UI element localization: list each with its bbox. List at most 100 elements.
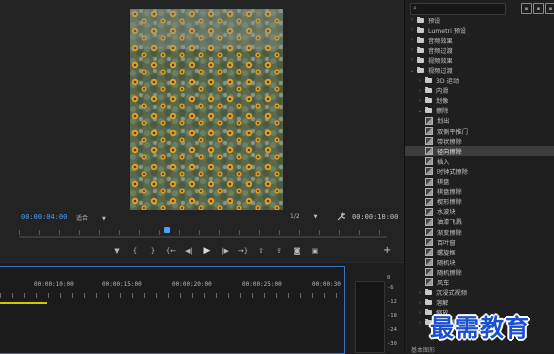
compare-icon[interactable]: ▣ bbox=[306, 245, 324, 257]
accelerated-effects-icon[interactable]: ▪ bbox=[521, 3, 532, 14]
effect-folder[interactable]: › Lumetri 预设 bbox=[405, 25, 554, 35]
time-ruler[interactable]: 00:00:10:00 00:00:15:00 00:00:20:00 00:0… bbox=[0, 281, 344, 299]
effect-label: 音频效果 bbox=[428, 37, 453, 45]
effect-folder[interactable]: › 视频效果 bbox=[405, 55, 554, 65]
playback-resolution-dropdown[interactable]: 1/2 ▼ bbox=[290, 213, 318, 222]
effect-item[interactable]: 随机块 bbox=[405, 257, 554, 267]
timeline-panel: 00:00:10:00 00:00:15:00 00:00:20:00 00:0… bbox=[0, 262, 404, 354]
folder-icon bbox=[417, 36, 424, 43]
mark-in-button[interactable]: { bbox=[126, 245, 144, 257]
chevron-right-icon[interactable]: › bbox=[417, 98, 423, 104]
search-icon: ⌕ bbox=[413, 4, 417, 12]
chevron-right-icon[interactable]: › bbox=[417, 300, 423, 306]
effect-label: 3D 运动 bbox=[436, 78, 460, 86]
effect-folder[interactable]: › 音频效果 bbox=[405, 35, 554, 45]
go-to-in-button[interactable]: {← bbox=[162, 245, 180, 257]
effect-folder[interactable]: › 预设 bbox=[405, 15, 554, 25]
effect-folder[interactable]: › 内滑 bbox=[405, 86, 554, 96]
chevron-right-icon[interactable]: › bbox=[417, 320, 423, 326]
transport-controls: ▼ { } {← ◀| ▶ |▶ →} ⇧ ⇪ ◙ ▣ bbox=[108, 245, 324, 257]
effect-label: 音频过渡 bbox=[428, 47, 453, 55]
chevron-down-icon[interactable]: ⌄ bbox=[417, 108, 423, 114]
effect-item[interactable]: 棋盘 bbox=[405, 177, 554, 187]
mark-out-button[interactable]: } bbox=[144, 245, 162, 257]
meter-label: -24 bbox=[387, 327, 397, 333]
effect-folder[interactable]: › 沉浸式视频 bbox=[405, 288, 554, 298]
effect-item[interactable]: 带状擦除 bbox=[405, 136, 554, 146]
work-area-bar[interactable] bbox=[0, 302, 47, 304]
chevron-right-icon[interactable]: › bbox=[409, 47, 415, 53]
effect-item[interactable]: 时钟式擦除 bbox=[405, 166, 554, 176]
yuv-effects-icon[interactable]: ▪ bbox=[545, 3, 554, 14]
chevron-right-icon[interactable]: › bbox=[417, 78, 423, 84]
effect-item[interactable]: 径向擦除 bbox=[405, 146, 554, 157]
effect-folder[interactable]: ⌄ 擦除 bbox=[405, 106, 554, 116]
ruler-label: 00:00:30 bbox=[312, 281, 341, 288]
transition-effect-icon bbox=[425, 137, 433, 146]
chevron-right-icon[interactable]: › bbox=[409, 27, 415, 33]
effect-label: 内滑 bbox=[436, 88, 449, 96]
chevron-right-icon[interactable]: › bbox=[409, 17, 415, 23]
transition-effect-icon bbox=[425, 127, 433, 136]
effect-item[interactable]: 楔形擦除 bbox=[405, 197, 554, 207]
chevron-right-icon[interactable]: › bbox=[417, 290, 423, 296]
effect-item[interactable]: 风车 bbox=[405, 277, 554, 287]
step-forward-button[interactable]: |▶ bbox=[216, 245, 234, 257]
meter-label: -18 bbox=[387, 313, 397, 319]
meter-label: -6 bbox=[387, 285, 394, 291]
playhead-marker[interactable] bbox=[164, 227, 170, 233]
transition-effect-icon bbox=[425, 258, 433, 267]
folder-icon bbox=[425, 97, 432, 104]
ruler-ticks bbox=[0, 293, 344, 298]
camera-icon[interactable]: ◙ bbox=[288, 245, 306, 257]
effect-item[interactable]: 双侧平推门 bbox=[405, 126, 554, 136]
transition-effect-icon bbox=[425, 207, 433, 216]
effect-item[interactable]: 插入 bbox=[405, 156, 554, 166]
effect-item[interactable]: 百叶窗 bbox=[405, 237, 554, 247]
effect-item[interactable]: 油漆飞溅 bbox=[405, 217, 554, 227]
effect-item[interactable]: 随机擦除 bbox=[405, 267, 554, 277]
chevron-right-icon[interactable]: › bbox=[417, 88, 423, 94]
effect-item[interactable]: 螺旋框 bbox=[405, 247, 554, 257]
effect-folder[interactable]: › 溶解 bbox=[405, 298, 554, 308]
effect-item[interactable]: 划出 bbox=[405, 116, 554, 126]
add-button[interactable]: + bbox=[383, 245, 391, 256]
effect-folder[interactable]: ⌄ 视频过渡 bbox=[405, 65, 554, 75]
extract-icon[interactable]: ⇪ bbox=[270, 245, 288, 257]
transition-effect-icon bbox=[425, 157, 433, 166]
time-scrubber[interactable] bbox=[19, 236, 387, 238]
chevron-right-icon[interactable]: › bbox=[417, 310, 423, 316]
play-button[interactable]: ▶ bbox=[198, 245, 216, 257]
effect-item[interactable]: 棋盘擦除 bbox=[405, 187, 554, 197]
effect-label: 风车 bbox=[437, 279, 450, 287]
transition-effect-icon bbox=[425, 116, 433, 125]
effect-label: 沉浸式视频 bbox=[436, 290, 467, 298]
step-back-button[interactable]: ◀| bbox=[180, 245, 198, 257]
ruler-label: 00:00:15:00 bbox=[102, 281, 142, 288]
wrench-icon[interactable] bbox=[337, 212, 345, 221]
marker-icon[interactable]: ▼ bbox=[108, 245, 126, 257]
effect-folder[interactable]: › 划像 bbox=[405, 96, 554, 106]
sequence-area[interactable]: 00:00:10:00 00:00:15:00 00:00:20:00 00:0… bbox=[0, 266, 345, 354]
chevron-right-icon[interactable]: › bbox=[409, 37, 415, 43]
effects-panel: ⌕ ▪ ▪ ▪ › 预设 › Lumetri 预设 › 音频效果 › 音频过渡 › 视频效果 ⌄ 视频… bbox=[404, 0, 554, 354]
32bit-effects-icon[interactable]: ▪ bbox=[533, 3, 544, 14]
effect-label: 预设 bbox=[428, 17, 441, 25]
video-preview[interactable] bbox=[130, 9, 283, 210]
current-timecode[interactable]: 00:00:04:00 bbox=[21, 213, 67, 221]
effect-label: 擦除 bbox=[436, 108, 449, 116]
effect-folder[interactable]: › 音频过渡 bbox=[405, 45, 554, 55]
effect-item[interactable]: 水波块 bbox=[405, 207, 554, 217]
chevron-right-icon[interactable]: › bbox=[409, 57, 415, 63]
effects-search-input[interactable]: ⌕ bbox=[410, 3, 506, 15]
go-to-out-button[interactable]: →} bbox=[234, 245, 252, 257]
effect-label: 随机块 bbox=[437, 259, 456, 267]
fit-dropdown[interactable]: 适合 ▼ bbox=[76, 213, 106, 222]
effect-folder[interactable]: › 3D 运动 bbox=[405, 76, 554, 86]
lift-icon[interactable]: ⇧ bbox=[252, 245, 270, 257]
chevron-down-icon[interactable]: ⌄ bbox=[409, 68, 415, 74]
watermark-logo: 最需教育 bbox=[430, 314, 530, 342]
resolution-value: 1/2 bbox=[290, 213, 300, 220]
effect-item[interactable]: 渐变擦除 bbox=[405, 227, 554, 237]
ruler-label: 00:00:25:00 bbox=[242, 281, 282, 288]
